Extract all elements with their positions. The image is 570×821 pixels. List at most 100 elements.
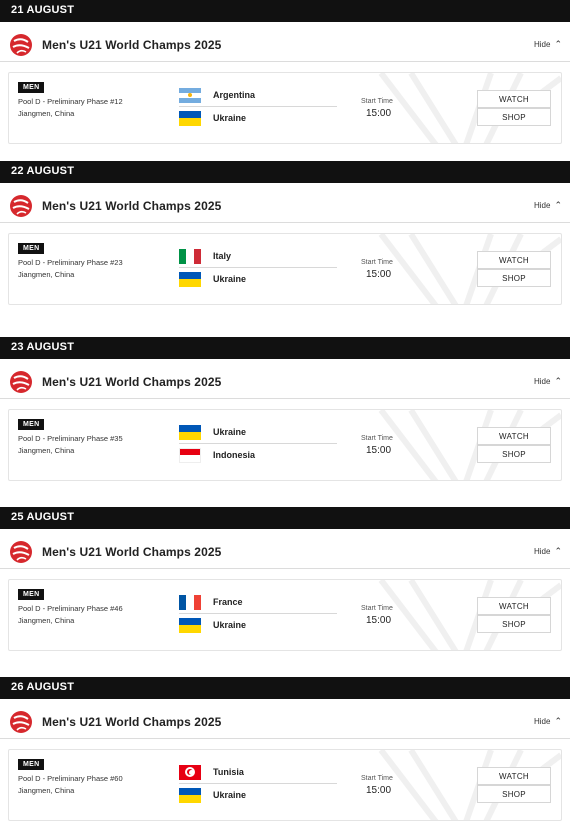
competition-title: Men's U21 World Champs 2025: [42, 714, 222, 729]
gender-badge: MEN: [18, 82, 45, 93]
match-phase: Pool D - Preliminary Phase #46: [18, 604, 123, 613]
match-venue: Jiangmen, China: [18, 786, 75, 795]
hide-label: Hide: [534, 717, 551, 726]
indonesia-flag-icon: [179, 447, 201, 463]
watch-button[interactable]: WATCH: [477, 427, 551, 445]
competition-header: Men's U21 World Champs 2025 Hide ⌃: [0, 705, 570, 739]
shop-button[interactable]: SHOP: [477, 785, 551, 803]
match-phase: Pool D - Preliminary Phase #12: [18, 97, 123, 106]
ukraine-flag-icon: [179, 424, 201, 440]
hide-toggle[interactable]: Hide ⌃: [534, 716, 562, 727]
shop-button[interactable]: SHOP: [477, 615, 551, 633]
match-venue: Jiangmen, China: [18, 616, 75, 625]
hide-label: Hide: [534, 40, 551, 49]
argentina-flag-icon: [179, 87, 201, 103]
match-schedule: 21 AUGUST Men's U21 World Champs 2025 Hi…: [0, 0, 570, 821]
chevron-up-icon: ⌃: [554, 200, 562, 210]
ukraine-flag-icon: [179, 617, 201, 633]
date-header: 21 AUGUST: [0, 0, 570, 22]
start-time: 15:00: [366, 785, 392, 796]
match-venue: Jiangmen, China: [18, 270, 75, 279]
date-header: 22 AUGUST: [0, 161, 570, 183]
start-time: 15:00: [366, 445, 392, 456]
hide-label: Hide: [534, 201, 551, 210]
start-time-label: Start Time: [361, 98, 393, 105]
match-phase: Pool D - Preliminary Phase #35: [18, 434, 123, 443]
away-team: Ukraine: [179, 271, 246, 287]
competition-header: Men's U21 World Champs 2025 Hide ⌃: [0, 28, 570, 62]
match-phase: Pool D - Preliminary Phase #60: [18, 774, 123, 783]
volleyball-federation-logo-icon: [10, 33, 32, 56]
date-header: 23 AUGUST: [0, 337, 570, 359]
team-divider: [179, 106, 337, 107]
start-time: 15:00: [366, 108, 392, 119]
team-divider: [179, 613, 337, 614]
home-team: France: [179, 594, 243, 610]
hide-toggle[interactable]: Hide ⌃: [534, 376, 562, 387]
gender-badge: MEN: [18, 243, 45, 254]
start-time: 15:00: [366, 269, 392, 280]
start-time-label: Start Time: [361, 435, 393, 442]
competition-header: Men's U21 World Champs 2025 Hide ⌃: [0, 535, 570, 569]
watch-button[interactable]: WATCH: [477, 767, 551, 785]
match-card: MEN Pool D - Preliminary Phase #35 Jiang…: [8, 409, 562, 481]
start-time: 15:00: [366, 615, 392, 626]
away-team-name: Indonesia: [213, 450, 256, 460]
volleyball-federation-logo-icon: [10, 540, 32, 563]
away-team-name: Ukraine: [213, 113, 247, 123]
shop-button[interactable]: SHOP: [477, 445, 551, 463]
home-team: Argentina: [179, 87, 255, 103]
match-card: MEN Pool D - Preliminary Phase #12 Jiang…: [8, 72, 562, 144]
away-team: Ukraine: [179, 617, 246, 633]
competition-title: Men's U21 World Champs 2025: [42, 544, 222, 559]
match-venue: Jiangmen, China: [18, 446, 75, 455]
home-team-name: Ukraine: [213, 427, 247, 437]
away-team: Ukraine: [179, 110, 246, 126]
ukraine-flag-icon: [179, 271, 201, 287]
home-team-name: Tunisia: [213, 767, 244, 777]
volleyball-federation-logo-icon: [10, 370, 32, 393]
day-section: 21 AUGUST Men's U21 World Champs 2025 Hi…: [0, 0, 570, 170]
hide-toggle[interactable]: Hide ⌃: [534, 546, 562, 557]
home-team: Tunisia: [179, 764, 244, 780]
gender-badge: MEN: [18, 419, 45, 430]
watch-button[interactable]: WATCH: [477, 597, 551, 615]
ukraine-flag-icon: [179, 787, 201, 803]
home-team: Italy: [179, 248, 231, 264]
home-team-name: Italy: [213, 251, 232, 261]
competition-header: Men's U21 World Champs 2025 Hide ⌃: [0, 365, 570, 399]
watch-button[interactable]: WATCH: [477, 90, 551, 108]
match-venue: Jiangmen, China: [18, 109, 75, 118]
tunisia-flag-icon: [179, 764, 201, 780]
france-flag-icon: [179, 594, 201, 610]
date-header: 26 AUGUST: [0, 677, 570, 699]
team-divider: [179, 443, 337, 444]
italy-flag-icon: [179, 248, 201, 264]
shop-button[interactable]: SHOP: [477, 269, 551, 287]
chevron-up-icon: ⌃: [554, 376, 562, 386]
away-team-name: Ukraine: [213, 274, 247, 284]
competition-title: Men's U21 World Champs 2025: [42, 198, 222, 213]
start-time-label: Start Time: [361, 259, 393, 266]
match-card: MEN Pool D - Preliminary Phase #46 Jiang…: [8, 579, 562, 651]
day-section: 23 AUGUST Men's U21 World Champs 2025 Hi…: [0, 337, 570, 507]
shop-button[interactable]: SHOP: [477, 108, 551, 126]
chevron-up-icon: ⌃: [554, 546, 562, 556]
chevron-up-icon: ⌃: [554, 716, 562, 726]
ukraine-flag-icon: [179, 110, 201, 126]
hide-toggle[interactable]: Hide ⌃: [534, 39, 562, 50]
match-card: MEN Pool D - Preliminary Phase #60 Jiang…: [8, 749, 562, 821]
away-team-name: Ukraine: [213, 620, 247, 630]
watch-button[interactable]: WATCH: [477, 251, 551, 269]
date-header: 25 AUGUST: [0, 507, 570, 529]
start-time-label: Start Time: [361, 775, 393, 782]
day-section: 26 AUGUST Men's U21 World Champs 2025 Hi…: [0, 677, 570, 821]
competition-header: Men's U21 World Champs 2025 Hide ⌃: [0, 189, 570, 223]
chevron-up-icon: ⌃: [554, 39, 562, 49]
away-team: Ukraine: [179, 787, 246, 803]
gender-badge: MEN: [18, 759, 45, 770]
match-card: MEN Pool D - Preliminary Phase #23 Jiang…: [8, 233, 562, 305]
away-team-name: Ukraine: [213, 790, 247, 800]
hide-toggle[interactable]: Hide ⌃: [534, 200, 562, 211]
volleyball-federation-logo-icon: [10, 710, 32, 733]
